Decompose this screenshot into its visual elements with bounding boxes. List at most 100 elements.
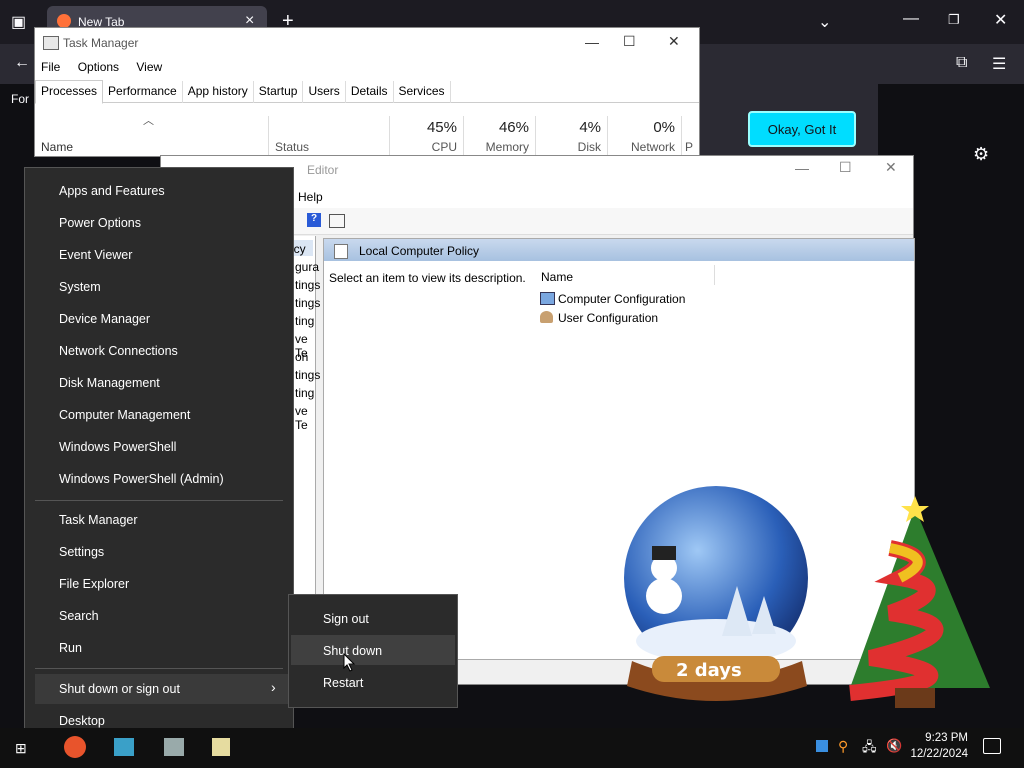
sort-up-icon[interactable]: ︿: [143, 112, 154, 128]
taskbar-app-icon[interactable]: [164, 738, 184, 756]
column-cpu[interactable]: CPU: [395, 140, 457, 154]
menu-file[interactable]: File: [41, 60, 60, 74]
list-item[interactable]: User Configuration: [558, 311, 658, 325]
menu-item-network-connections[interactable]: Network Connections: [59, 344, 178, 358]
description-text: Select an item to view its description.: [329, 271, 526, 285]
window-title: Task Manager: [63, 36, 139, 50]
menu-item-file-explorer[interactable]: File Explorer: [59, 577, 129, 591]
tab-startup[interactable]: Startup: [254, 81, 304, 103]
maximize-icon[interactable]: ☐: [623, 33, 636, 50]
minimize-icon[interactable]: —: [795, 160, 809, 176]
menu-item-shutdown-highlight[interactable]: Shut down or sign out ›: [35, 674, 289, 704]
menu-item-shutdown[interactable]: Shut down or sign out: [59, 682, 180, 696]
menu-options[interactable]: Options: [78, 60, 119, 74]
taskbar-app-icon[interactable]: [212, 738, 230, 756]
tab-services[interactable]: Services: [394, 81, 451, 103]
menu-item-powershell-admin[interactable]: Windows PowerShell (Admin): [59, 472, 224, 486]
tab-details[interactable]: Details: [346, 81, 394, 103]
chevron-right-icon: ›: [271, 679, 276, 695]
tree-fragment[interactable]: tings: [295, 296, 320, 310]
sidebar-text: For: [11, 92, 29, 106]
back-icon[interactable]: ←: [14, 54, 30, 72]
menu-item-restart[interactable]: Restart: [323, 676, 363, 690]
tab-list-icon[interactable]: ▣: [11, 12, 26, 32]
column-network[interactable]: Network: [611, 140, 675, 154]
clock-date[interactable]: 12/22/2024: [900, 748, 968, 760]
menu-item-apps-features[interactable]: Apps and Features: [59, 184, 165, 198]
maximize-icon[interactable]: ☐: [839, 159, 852, 176]
search-icon[interactable]: ⚲: [838, 738, 848, 755]
menu-item-powershell[interactable]: Windows PowerShell: [59, 440, 176, 454]
christmas-tree-widget: [830, 488, 1020, 728]
divider: [535, 116, 536, 156]
tree-fragment[interactable]: tings: [295, 368, 320, 382]
tray-icon[interactable]: [816, 740, 828, 752]
gear-icon[interactable]: ⚙: [973, 144, 989, 165]
minimize-icon[interactable]: —: [585, 34, 599, 50]
notification-icon[interactable]: [983, 738, 1001, 754]
tree-fragment[interactable]: gura: [295, 260, 319, 274]
tab-performance[interactable]: Performance: [103, 81, 183, 103]
list-item[interactable]: Computer Configuration: [558, 292, 685, 306]
chevron-down-icon[interactable]: ⌄: [818, 12, 831, 32]
close-icon[interactable]: ✕: [885, 159, 897, 176]
menu-separator: [35, 500, 283, 501]
tab-processes[interactable]: Processes: [35, 80, 104, 104]
snow-globe-widget[interactable]: 2 days: [612, 486, 822, 711]
mouse-cursor-icon: [343, 653, 356, 672]
network-icon[interactable]: 🖧: [862, 738, 877, 760]
menu-item-disk-management[interactable]: Disk Management: [59, 376, 160, 390]
okay-got-it-button[interactable]: Okay, Got It: [748, 111, 856, 147]
help-icon[interactable]: ?: [307, 213, 321, 227]
menu-view[interactable]: View: [136, 60, 162, 74]
tab-users[interactable]: Users: [303, 81, 346, 103]
menu-item-event-viewer[interactable]: Event Viewer: [59, 248, 132, 262]
menu-help[interactable]: Help: [298, 190, 323, 204]
taskbar-app-icon[interactable]: [114, 738, 134, 756]
close-icon[interactable]: ✕: [668, 33, 680, 50]
menu-item-device-manager[interactable]: Device Manager: [59, 312, 150, 326]
tab-app-history[interactable]: App history: [183, 81, 254, 103]
menu-item-settings[interactable]: Settings: [59, 545, 104, 559]
clock-time[interactable]: 9:23 PM: [900, 732, 968, 744]
divider: [714, 265, 715, 285]
column-memory[interactable]: Memory: [467, 140, 529, 154]
christmas-tree-icon: [849, 496, 990, 708]
menu-item-run[interactable]: Run: [59, 641, 82, 655]
start-icon[interactable]: ⊞: [15, 740, 27, 757]
countdown-label: 2 days: [676, 660, 742, 681]
view-icon[interactable]: [329, 214, 345, 228]
tree-fragment[interactable]: ting: [295, 314, 314, 328]
menu-icon[interactable]: ☰: [992, 54, 1006, 74]
firefox-taskbar-icon[interactable]: [64, 736, 86, 758]
column-status[interactable]: Status: [275, 140, 309, 154]
close-window-icon[interactable]: ✕: [994, 10, 1007, 30]
firefox-icon: [57, 14, 71, 28]
menu-item-power-options[interactable]: Power Options: [59, 216, 141, 230]
tree-fragment[interactable]: ve Te: [295, 404, 315, 432]
divider: [463, 116, 464, 156]
menu-item-shutdown-hover[interactable]: Shut down: [291, 635, 455, 665]
menu-item-system[interactable]: System: [59, 280, 101, 294]
tab-strip: Processes Performance App history Startup Us…: [35, 80, 699, 104]
disk-percent: 4%: [579, 119, 601, 136]
divider: [268, 116, 269, 156]
tree-fragment[interactable]: on: [295, 350, 308, 364]
menu-item-desktop[interactable]: Desktop: [59, 714, 105, 728]
minimize-icon[interactable]: —: [903, 10, 919, 28]
column-disk[interactable]: Disk: [539, 140, 601, 154]
menu-item-task-manager[interactable]: Task Manager: [59, 513, 138, 527]
menu-item-sign-out[interactable]: Sign out: [323, 612, 369, 626]
tree-fragment[interactable]: tings: [295, 278, 320, 292]
restore-icon[interactable]: ❐: [948, 12, 960, 28]
cpu-percent: 45%: [426, 119, 457, 136]
menu-item-computer-management[interactable]: Computer Management: [59, 408, 190, 422]
column-name[interactable]: Name: [541, 270, 573, 284]
task-manager-icon: [43, 36, 59, 50]
menu-bar: File Options View: [41, 60, 176, 74]
menu-item-search[interactable]: Search: [59, 609, 99, 623]
extensions-icon[interactable]: ⧉: [956, 54, 967, 72]
column-p[interactable]: P: [685, 140, 693, 154]
column-name[interactable]: Name: [41, 140, 73, 154]
tree-fragment[interactable]: ting: [295, 386, 314, 400]
